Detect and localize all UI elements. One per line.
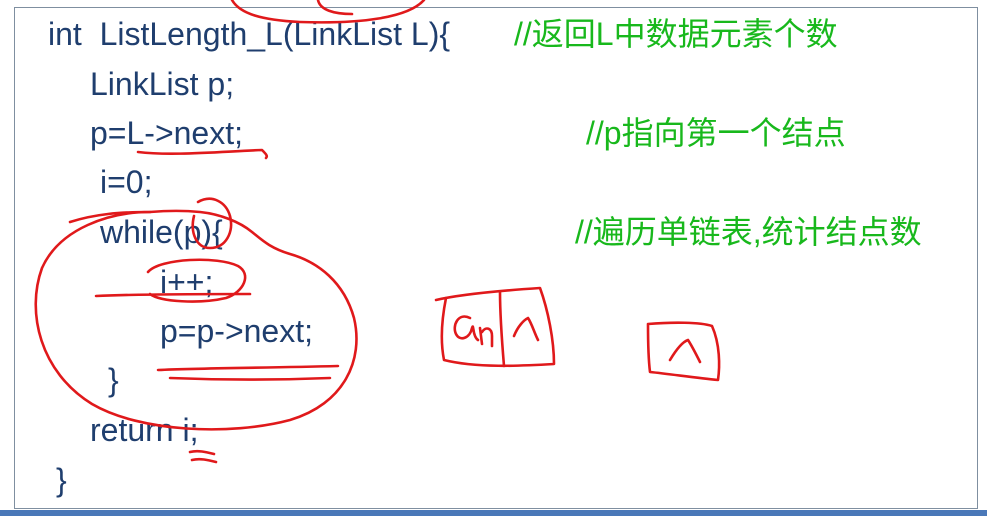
code-line-assign-p: p=L->next; xyxy=(90,115,243,151)
code-line-while: while(p){ xyxy=(100,214,223,250)
code-line-close-while: } xyxy=(108,362,119,398)
code-line-declare-p: LinkList p; xyxy=(90,66,235,102)
code-line-increment: i++; xyxy=(160,264,214,300)
code-line-return: return i; xyxy=(90,412,199,448)
slide: int ListLength_L(LinkList L){ //返回L中数据元素… xyxy=(0,0,987,516)
code-line-advance-p: p=p->next; xyxy=(160,313,313,349)
comment-p-first-node: //p指向第一个结点 xyxy=(586,115,846,151)
comment-return-count: //返回L中数据元素个数 xyxy=(514,16,838,52)
code-line-function-signature: int ListLength_L(LinkList L){ xyxy=(48,16,451,52)
bottom-bar xyxy=(0,510,987,516)
code-line-init-i: i=0; xyxy=(100,164,153,200)
code-line-close-function: } xyxy=(56,462,67,498)
comment-traverse: //遍历单链表,统计结点数 xyxy=(575,214,922,250)
